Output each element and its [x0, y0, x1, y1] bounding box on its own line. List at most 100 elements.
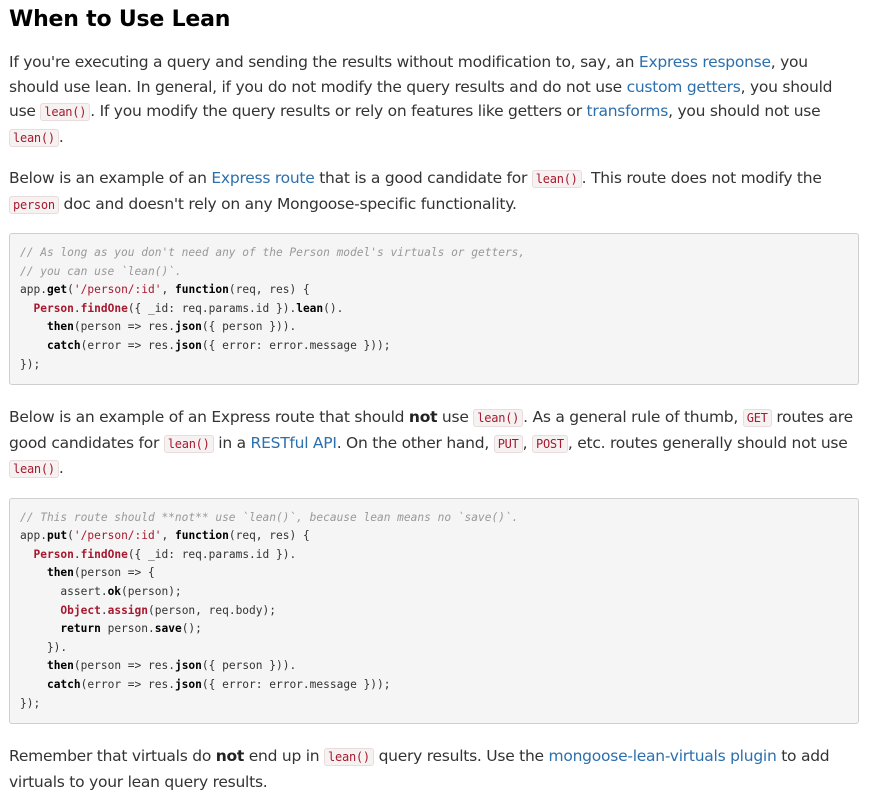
code-token: (req, res) { [228, 283, 310, 297]
text: . As a general rule of thumb, [523, 408, 743, 427]
paragraph-virtuals: Remember that virtuals do not end up in … [9, 744, 859, 794]
express-route-link[interactable]: Express route [211, 169, 314, 187]
inline-code: lean() [40, 103, 91, 121]
code-token: ok [107, 585, 122, 599]
text: Below is an example of an Express route … [9, 408, 409, 427]
code-token: ({ _id: req.params.id }). [127, 301, 297, 315]
text: , you should not use [668, 102, 821, 120]
code-type: Object [60, 603, 101, 617]
code-token: , [161, 529, 175, 543]
code-string: '/person/:id' [73, 283, 162, 297]
transforms-link[interactable]: transforms [587, 102, 669, 120]
code-type: Person [33, 301, 74, 315]
code-token: json [174, 338, 202, 352]
inline-code: POST [531, 434, 568, 453]
inline-code: lean() [473, 409, 524, 428]
text: query results. Use the [373, 747, 549, 766]
code-token: put [46, 529, 68, 543]
inline-code: person [9, 195, 59, 214]
bold-text: not [215, 747, 245, 766]
inline-code: lean() [531, 170, 582, 188]
code-type: findOne [80, 301, 128, 315]
text: end up in [244, 747, 325, 766]
text: . This route does not modify the [581, 169, 822, 187]
inline-code: GET [742, 409, 772, 428]
inline-code: lean() [163, 434, 214, 453]
code-token: }). [20, 640, 68, 654]
code-token: ( [67, 529, 74, 543]
code-comment: // This route should **not** use `lean()… [20, 510, 519, 524]
code-type: assign [107, 603, 149, 617]
code-token: app. [20, 283, 47, 297]
text: use [437, 408, 474, 427]
code-token: (). [323, 301, 344, 315]
code-keyword: function [174, 283, 229, 297]
text: . If you modify the query results or rel… [90, 102, 587, 120]
code-token: (person); [121, 585, 182, 599]
code-token: assert. [20, 585, 108, 599]
code-block-lean-example[interactable]: // As long as you don't need any of the … [9, 233, 859, 386]
code-token: get [46, 283, 68, 297]
code-token: }); [20, 696, 41, 710]
code-token: . [73, 301, 81, 315]
text: , etc. routes generally should not use [567, 433, 848, 452]
code-token: ( [67, 283, 74, 297]
code-type: Person [33, 547, 74, 561]
code-token: . [73, 547, 81, 561]
paragraph-intro: If you're executing a query and sending … [9, 50, 859, 150]
code-token: ({ error: error.message })); [201, 678, 391, 691]
code-token: catch [46, 338, 81, 352]
paragraph-bad-example: Below is an example of an Express route … [9, 405, 859, 482]
text: Remember that virtuals do [9, 747, 216, 766]
code-token: lean [296, 301, 324, 315]
text: . [58, 127, 64, 146]
text: in a [213, 433, 251, 452]
code-token: save [154, 622, 182, 636]
express-response-link[interactable]: Express response [639, 53, 771, 71]
code-token: (person => res. [73, 320, 175, 334]
text: that is a good candidate for [314, 169, 532, 187]
code-token: (person => { [73, 566, 155, 580]
text: . On the other hand, [336, 433, 494, 452]
restful-api-link[interactable]: RESTful API [251, 434, 337, 452]
doc-page: When to Use Lean If you're executing a q… [0, 0, 869, 794]
inline-code: lean() [9, 460, 59, 479]
code-string: '/person/:id' [73, 529, 162, 543]
inline-code: lean() [324, 748, 374, 767]
code-token: }); [20, 357, 41, 371]
code-token: then [46, 659, 74, 673]
code-token: person. [100, 622, 155, 636]
inline-code: lean() [9, 128, 59, 147]
code-token: (); [181, 622, 202, 636]
custom-getters-link[interactable]: custom getters [627, 78, 741, 96]
code-token: ({ _id: req.params.id }). [127, 547, 297, 561]
code-token: app. [20, 529, 47, 543]
code-token: (error => res. [80, 678, 175, 691]
code-token: json [174, 320, 202, 334]
code-token: json [174, 678, 202, 691]
text: Below is an example of an [9, 169, 212, 187]
lean-virtuals-plugin-link[interactable]: mongoose-lean-virtuals plugin [549, 747, 777, 765]
text: , [522, 433, 532, 452]
code-token: ({ person })). [201, 320, 297, 334]
code-token: json [174, 659, 202, 673]
text: . [58, 459, 64, 478]
code-token: . [100, 603, 108, 617]
code-token: (person => res. [73, 659, 175, 673]
code-token: (error => res. [80, 338, 175, 352]
code-token: then [46, 320, 74, 334]
text: doc and doesn't rely on any Mongoose-spe… [58, 194, 517, 213]
code-block-save-example[interactable]: // This route should **not** use `lean()… [9, 497, 859, 725]
code-token: catch [46, 678, 81, 691]
paragraph-good-example: Below is an example of an Express route … [9, 166, 859, 217]
code-type: findOne [80, 547, 128, 561]
